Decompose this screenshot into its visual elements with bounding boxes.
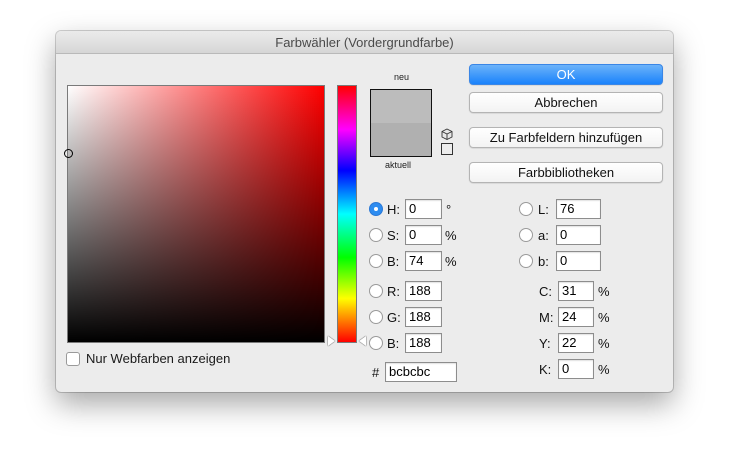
blue-label: B:	[387, 335, 400, 351]
black-input[interactable]: 0	[558, 359, 594, 379]
blue-row: B: 188	[369, 332, 442, 354]
magenta-input[interactable]: 24	[558, 307, 594, 327]
window-title: Farbwähler (Vordergrundfarbe)	[56, 31, 673, 54]
lab-a-radio[interactable]	[519, 228, 533, 242]
color-field-marker[interactable]	[64, 149, 73, 158]
cyan-unit: %	[598, 283, 610, 299]
lightness-label: L:	[538, 201, 549, 217]
lab-a-input[interactable]: 0	[556, 225, 601, 245]
webcolors-option[interactable]: Nur Webfarben anzeigen	[66, 351, 230, 366]
hex-input[interactable]: bcbcbc	[385, 362, 457, 382]
color-picker-dialog: Farbwähler (Vordergrundfarbe) Nur Webfar…	[56, 31, 673, 392]
saturation-label: S:	[387, 227, 400, 243]
color-libraries-button[interactable]: Farbbibliotheken	[469, 162, 663, 183]
hue-label: H:	[387, 201, 400, 217]
green-radio[interactable]	[369, 310, 383, 324]
lab-b-row: b: 0	[519, 250, 601, 272]
color-preview	[370, 89, 432, 157]
magenta-label: M:	[539, 309, 554, 325]
webcolors-checkbox[interactable]	[66, 351, 80, 366]
webcolors-label: Nur Webfarben anzeigen	[86, 351, 231, 366]
green-row: G: 188	[369, 306, 442, 328]
red-row: R: 188	[369, 280, 442, 302]
saturation-radio[interactable]	[369, 228, 383, 242]
black-label: K:	[539, 361, 552, 377]
yellow-label: Y:	[539, 335, 551, 351]
red-input[interactable]: 188	[405, 281, 442, 301]
red-radio[interactable]	[369, 284, 383, 298]
black-row: K: 0 %	[539, 358, 610, 380]
cyan-input[interactable]: 31	[558, 281, 594, 301]
new-color-label: neu	[394, 72, 410, 82]
lightness-row: L: 76	[519, 198, 601, 220]
cyan-label: C:	[539, 283, 552, 299]
brightness-unit: %	[445, 253, 457, 269]
add-to-swatches-button[interactable]: Zu Farbfeldern hinzufügen	[469, 127, 663, 148]
current-color-swatch[interactable]	[371, 123, 431, 156]
lightness-radio[interactable]	[519, 202, 533, 216]
saturation-unit: %	[445, 227, 457, 243]
hue-slider-handle-right[interactable]	[359, 336, 366, 346]
out-of-gamut-cube-icon[interactable]	[441, 128, 453, 140]
yellow-row: Y: 22 %	[539, 332, 610, 354]
hue-slider[interactable]	[337, 85, 357, 343]
cyan-row: C: 31 %	[539, 280, 610, 302]
yellow-input[interactable]: 22	[558, 333, 594, 353]
lab-b-radio[interactable]	[519, 254, 533, 268]
lab-b-input[interactable]: 0	[556, 251, 601, 271]
hue-radio[interactable]	[369, 202, 383, 216]
green-input[interactable]: 188	[405, 307, 442, 327]
web-safe-square-icon[interactable]	[441, 143, 453, 155]
hue-input[interactable]: 0	[405, 199, 442, 219]
black-unit: %	[598, 361, 610, 377]
magenta-row: M: 24 %	[539, 306, 610, 328]
cancel-button[interactable]: Abbrechen	[469, 92, 663, 113]
brightness-row: B: 74 %	[369, 250, 457, 272]
green-label: G:	[387, 309, 401, 325]
brightness-radio[interactable]	[369, 254, 383, 268]
saturation-row: S: 0 %	[369, 224, 457, 246]
yellow-unit: %	[598, 335, 610, 351]
hex-label: #	[372, 364, 380, 380]
lightness-input[interactable]: 76	[556, 199, 601, 219]
saturation-input[interactable]: 0	[405, 225, 442, 245]
brightness-label: B:	[387, 253, 400, 269]
hex-row: # bcbcbc	[372, 361, 457, 383]
blue-radio[interactable]	[369, 336, 383, 350]
lab-b-label: b:	[538, 253, 549, 269]
lab-a-row: a: 0	[519, 224, 601, 246]
hue-unit: °	[446, 201, 452, 217]
color-field[interactable]	[67, 85, 325, 343]
lab-a-label: a:	[538, 227, 549, 243]
magenta-unit: %	[598, 309, 610, 325]
new-color-swatch	[371, 90, 431, 123]
hue-row: H: 0 °	[369, 198, 451, 220]
red-label: R:	[387, 283, 400, 299]
brightness-input[interactable]: 74	[405, 251, 442, 271]
blue-input[interactable]: 188	[405, 333, 442, 353]
ok-button[interactable]: OK	[469, 64, 663, 85]
current-color-label: aktuell	[385, 160, 412, 170]
hue-slider-handle-left[interactable]	[328, 336, 335, 346]
